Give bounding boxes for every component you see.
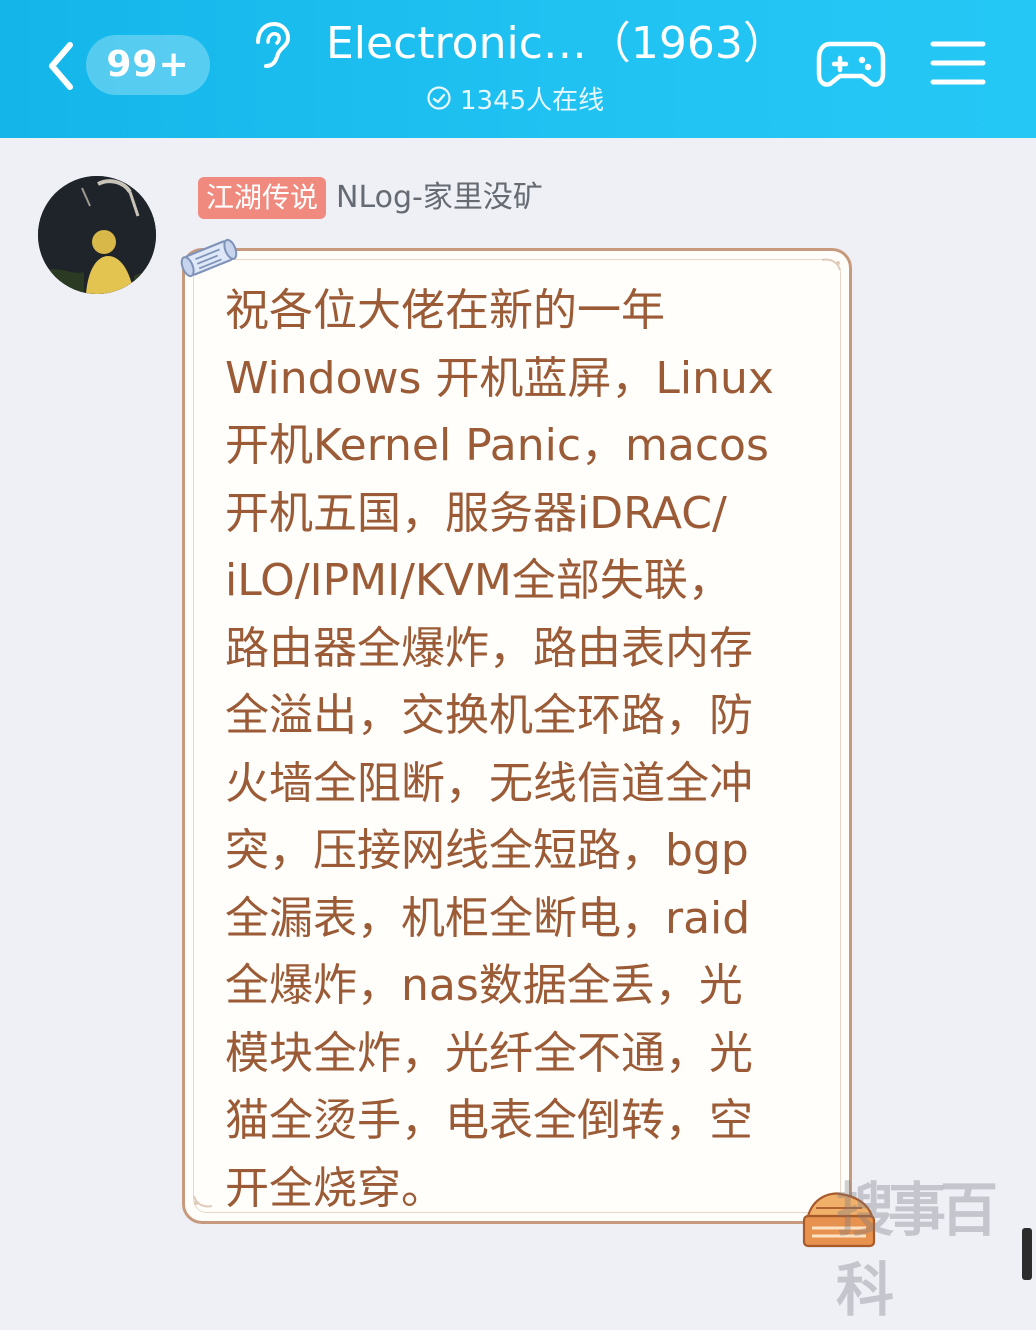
message-text: 祝各位大佬在新的一年 Windows 开机蓝屏，Linux 开机Kernel P… [225, 285, 774, 1214]
ear-icon[interactable] [248, 20, 292, 70]
unread-count-badge[interactable]: 99+ [86, 35, 210, 95]
chat-header: 99+ Electronic…（1963） 1345人在线 [0, 0, 1036, 138]
sender-avatar[interactable] [38, 176, 156, 294]
sender-name[interactable]: NLog-家里没矿 [336, 177, 543, 219]
check-circle-icon [427, 86, 451, 110]
scroll-decoration-icon [180, 238, 238, 278]
avatar-image [38, 176, 156, 294]
rank-tag: 江湖传说 [198, 177, 327, 219]
scrollbar-thumb[interactable] [1022, 1228, 1032, 1280]
corner-flourish-icon [821, 258, 841, 271]
back-button[interactable] [36, 36, 86, 96]
group-title[interactable]: Electronic…（1963） [326, 14, 796, 74]
online-count: 1345人在线 [460, 85, 605, 116]
gamepad-icon[interactable] [816, 34, 886, 92]
message-bubble[interactable]: 祝各位大佬在新的一年 Windows 开机蓝屏，Linux 开机Kernel P… [182, 248, 852, 1224]
chevron-left-icon [49, 42, 73, 90]
watermark: 搜事百科 [836, 1176, 998, 1324]
hamburger-menu-icon[interactable] [930, 38, 986, 88]
corner-flourish-icon [193, 1195, 213, 1208]
sender-info: 江湖传说 NLog-家里没矿 [198, 176, 543, 220]
online-status: 1345人在线 [426, 80, 604, 116]
